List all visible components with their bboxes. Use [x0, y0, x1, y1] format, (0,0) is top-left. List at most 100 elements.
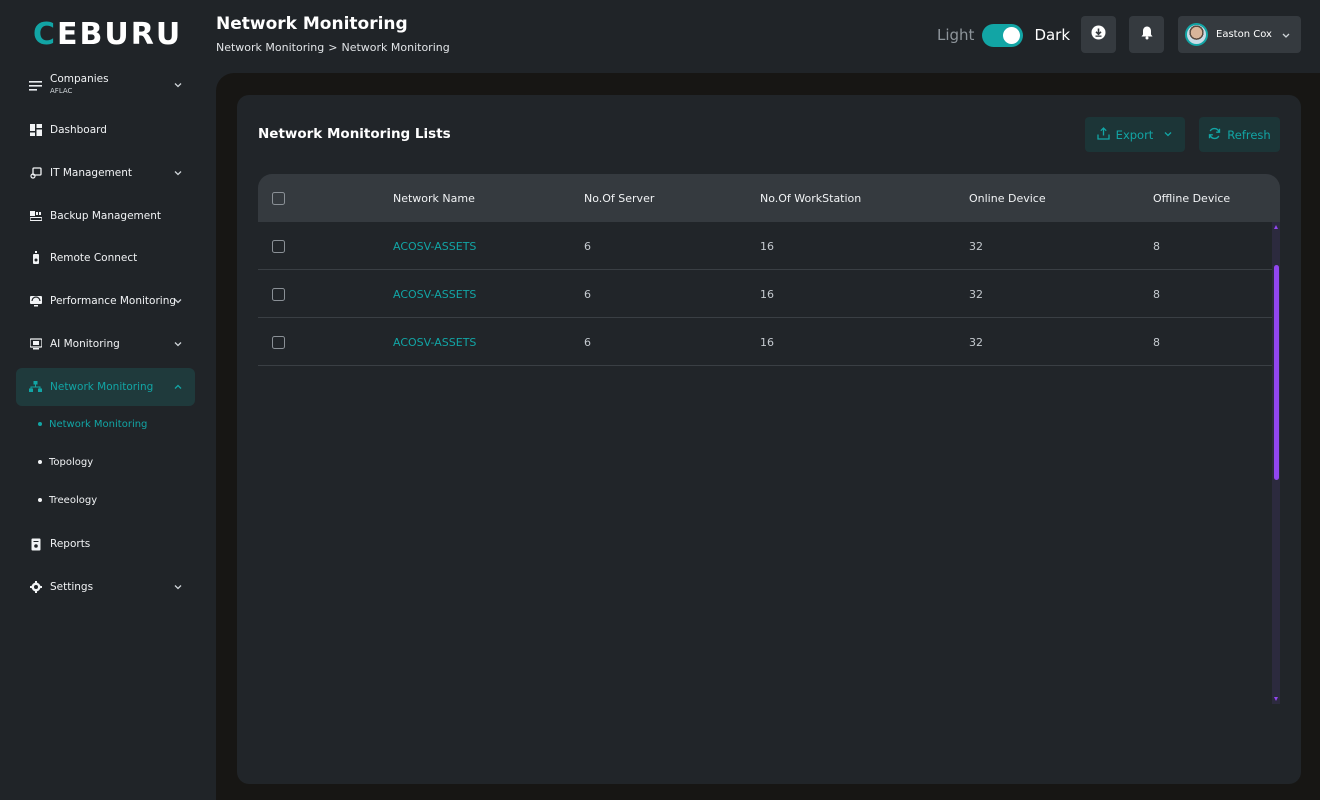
- workstations-cell: 16: [760, 335, 774, 349]
- chevron-up-icon: [173, 382, 183, 392]
- it-management-icon: [29, 167, 42, 180]
- chevron-down-icon: [173, 582, 183, 592]
- network-name-link[interactable]: ACOSV-ASSETS: [393, 222, 476, 270]
- sidebar-item-ai-monitoring[interactable]: AI Monitoring: [16, 325, 195, 363]
- row-checkbox[interactable]: [272, 287, 285, 301]
- table-row: ACOSV-ASSETS 6 16 32 8: [258, 270, 1272, 318]
- backup-icon: [29, 210, 42, 223]
- bullet-dot-icon: [38, 498, 42, 502]
- refresh-icon: [1208, 127, 1221, 143]
- sub-item-label: Topology: [49, 456, 94, 468]
- network-icon: [29, 381, 42, 394]
- sidebar-item-label: Remote Connect: [50, 252, 138, 264]
- scrollbar-thumb[interactable]: [1274, 265, 1279, 480]
- column-header-offline-device[interactable]: Offline Device: [1153, 174, 1230, 222]
- column-header-online-device[interactable]: Online Device: [969, 174, 1046, 222]
- servers-cell: 6: [584, 239, 591, 253]
- remote-icon: [29, 251, 42, 265]
- offline-device-cell: 8: [1153, 335, 1160, 349]
- performance-monitor-icon: [29, 295, 42, 308]
- column-header-network-name[interactable]: Network Name: [393, 174, 475, 222]
- sub-item-topology[interactable]: Topology: [38, 453, 93, 471]
- bell-icon: [1140, 25, 1154, 44]
- scroll-up-arrow-icon[interactable]: [1274, 225, 1278, 229]
- table-header: Network Name No.Of Server No.Of WorkStat…: [258, 174, 1280, 222]
- sidebar-item-label: IT Management: [50, 167, 133, 179]
- sidebar-item-remote-connect[interactable]: Remote Connect: [16, 239, 195, 277]
- sub-item-treeology[interactable]: Treeology: [38, 491, 97, 509]
- chevron-down-icon: [173, 296, 183, 306]
- select-all-cell: [272, 174, 285, 222]
- row-checkbox[interactable]: [272, 239, 285, 253]
- offline-device-cell: 8: [1153, 239, 1160, 253]
- card-title: Network Monitoring Lists: [258, 126, 451, 142]
- export-label: Export: [1115, 127, 1154, 142]
- sidebar-item-reports[interactable]: Reports: [16, 525, 195, 563]
- report-icon: [29, 538, 42, 551]
- sub-item-network-monitoring[interactable]: Network Monitoring: [38, 415, 147, 433]
- network-list-card: Network Monitoring Lists Export Refresh …: [237, 95, 1301, 784]
- sidebar-item-label: Backup Management: [50, 210, 161, 222]
- sidebar-item-settings[interactable]: Settings: [16, 568, 195, 606]
- scroll-down-arrow-icon[interactable]: [1274, 697, 1278, 701]
- column-header-servers[interactable]: No.Of Server: [584, 174, 654, 222]
- sidebar: CEBURU Companies AFLAC Dashboard IT Mana…: [0, 0, 216, 800]
- column-header-workstations[interactable]: No.Of WorkStation: [760, 174, 861, 222]
- theme-switch[interactable]: [982, 23, 1024, 47]
- chevron-down-icon: [173, 80, 183, 90]
- sidebar-item-label: Settings: [50, 581, 94, 593]
- sidebar-item-network-monitoring[interactable]: Network Monitoring: [16, 368, 195, 406]
- network-name-link[interactable]: ACOSV-ASSETS: [393, 270, 476, 318]
- user-name: Easton Cox: [1216, 29, 1272, 40]
- company-value: AFLAC: [50, 87, 73, 95]
- page-title: Network Monitoring: [216, 14, 408, 34]
- chevron-down-icon: [1281, 25, 1291, 44]
- switch-knob: [1003, 26, 1021, 44]
- notifications-button[interactable]: [1129, 16, 1164, 53]
- select-all-checkbox[interactable]: [272, 191, 285, 205]
- sidebar-item-it-management[interactable]: IT Management: [16, 154, 195, 192]
- sidebar-item-label: AI Monitoring: [50, 338, 120, 350]
- sidebar-item-dashboard[interactable]: Dashboard: [16, 111, 195, 149]
- bullet-dot-icon: [38, 460, 42, 464]
- menu-lines-icon: [29, 79, 42, 92]
- companies-label: Companies: [50, 73, 109, 85]
- user-menu-button[interactable]: Easton Cox: [1178, 16, 1301, 53]
- network-table: Network Name No.Of Server No.Of WorkStat…: [258, 174, 1280, 704]
- sidebar-item-backup-management[interactable]: Backup Management: [16, 197, 195, 235]
- ceburu-logo[interactable]: CEBURU: [33, 19, 182, 51]
- bullet-dot-icon: [38, 422, 42, 426]
- workstations-cell: 16: [760, 287, 774, 301]
- dashboard-grid-icon: [29, 124, 42, 137]
- network-name-link[interactable]: ACOSV-ASSETS: [393, 318, 476, 366]
- servers-cell: 6: [584, 287, 591, 301]
- table-row: ACOSV-ASSETS 6 16 32 8: [258, 222, 1272, 270]
- dark-label: Dark: [1034, 26, 1071, 44]
- chevron-down-icon: [173, 339, 183, 349]
- breadcrumb-item[interactable]: Network Monitoring: [216, 41, 324, 54]
- companies-selector[interactable]: Companies AFLAC: [16, 65, 195, 105]
- sidebar-item-performance-monitoring[interactable]: Performance Monitoring: [16, 282, 195, 320]
- online-device-cell: 32: [969, 287, 983, 301]
- chevron-down-icon: [173, 168, 183, 178]
- refresh-button[interactable]: Refresh: [1199, 117, 1280, 152]
- download-icon: [1091, 25, 1106, 44]
- online-device-cell: 32: [969, 239, 983, 253]
- servers-cell: 6: [584, 335, 591, 349]
- breadcrumb: Network Monitoring > Network Monitoring: [216, 41, 450, 54]
- sub-item-label: Treeology: [49, 494, 98, 506]
- avatar: [1185, 23, 1208, 46]
- sidebar-item-label: Dashboard: [50, 124, 107, 136]
- download-button[interactable]: [1081, 16, 1116, 53]
- sidebar-item-label: Network Monitoring: [50, 381, 154, 393]
- offline-device-cell: 8: [1153, 287, 1160, 301]
- sub-item-label: Network Monitoring: [49, 418, 148, 430]
- export-button[interactable]: Export: [1085, 117, 1185, 152]
- table-scrollbar[interactable]: [1272, 222, 1280, 704]
- light-label: Light: [937, 26, 975, 44]
- breadcrumb-separator: >: [328, 41, 338, 54]
- row-checkbox[interactable]: [272, 335, 285, 349]
- workstations-cell: 16: [760, 239, 774, 253]
- online-device-cell: 32: [969, 335, 983, 349]
- ai-monitor-icon: [29, 338, 42, 351]
